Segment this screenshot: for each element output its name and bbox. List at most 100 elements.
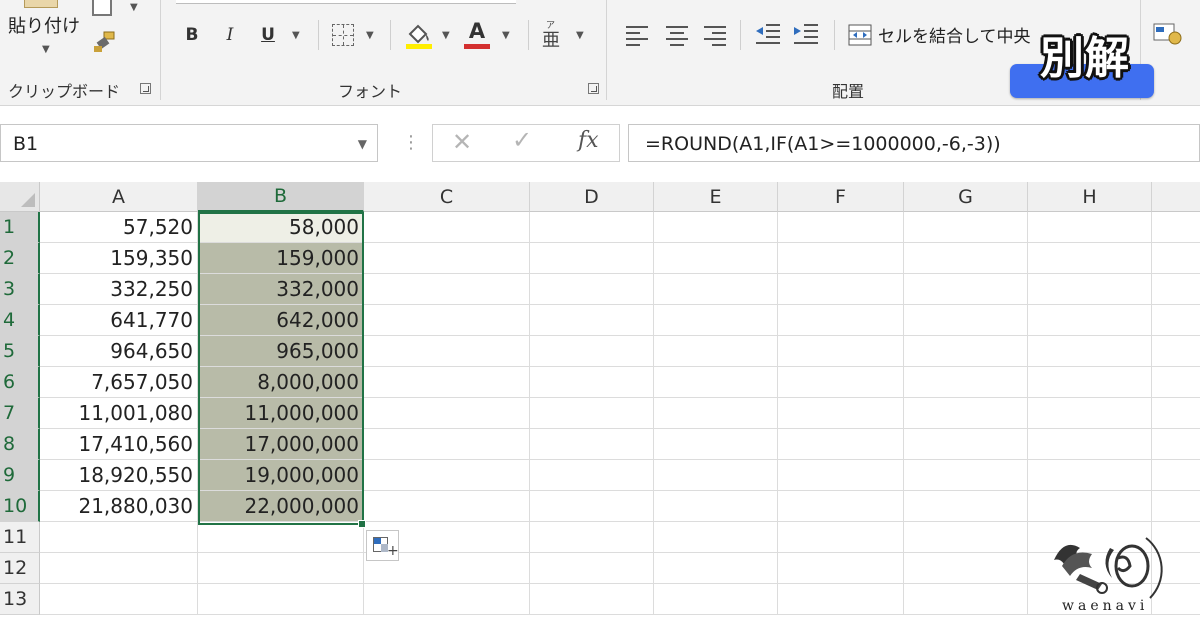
cell-g5[interactable] (904, 336, 1028, 367)
cell-d4[interactable] (530, 305, 654, 336)
fill-handle[interactable] (358, 520, 366, 528)
cell-a6[interactable]: 7,657,050 (40, 367, 198, 398)
font-color-button[interactable]: A (464, 18, 490, 44)
row-header-7[interactable]: 7 (0, 398, 40, 429)
cell-i3[interactable] (1152, 274, 1200, 305)
fill-color-icon[interactable] (404, 20, 434, 50)
cell-b1[interactable]: 58,000 (198, 212, 364, 243)
paste-icon[interactable] (24, 0, 58, 8)
cell-g4[interactable] (904, 305, 1028, 336)
row-header-1[interactable]: 1 (0, 212, 40, 243)
name-box[interactable]: B1 ▼ (0, 124, 378, 162)
cell-h6[interactable] (1028, 367, 1152, 398)
cell-f2[interactable] (778, 243, 904, 274)
cell-c6[interactable] (364, 367, 530, 398)
column-header-a[interactable]: A (40, 182, 198, 212)
cell-b6[interactable]: 8,000,000 (198, 367, 364, 398)
cell-e5[interactable] (654, 336, 778, 367)
column-header-g[interactable]: G (904, 182, 1028, 212)
cell-i6[interactable] (1152, 367, 1200, 398)
cell-d7[interactable] (530, 398, 654, 429)
row-header-2[interactable]: 2 (0, 243, 40, 274)
cell-c1[interactable] (364, 212, 530, 243)
merge-center-icon[interactable] (848, 24, 872, 46)
row-header-11[interactable]: 11 (0, 522, 40, 553)
cell-a11[interactable] (40, 522, 198, 553)
cell-a7[interactable]: 11,001,080 (40, 398, 198, 429)
cell-f3[interactable] (778, 274, 904, 305)
decrease-indent-icon[interactable] (754, 22, 782, 46)
cell-e6[interactable] (654, 367, 778, 398)
cell-d9[interactable] (530, 460, 654, 491)
italic-button[interactable]: I (218, 22, 242, 48)
align-center-icon[interactable] (666, 26, 688, 46)
cell-a10[interactable]: 21,880,030 (40, 491, 198, 522)
cell-b12[interactable] (198, 553, 364, 584)
format-painter-icon[interactable] (92, 30, 120, 56)
bold-button[interactable]: B (180, 22, 204, 48)
cell-b2[interactable]: 159,000 (198, 243, 364, 274)
cell-d5[interactable] (530, 336, 654, 367)
cell-b7[interactable]: 11,000,000 (198, 398, 364, 429)
cell-f6[interactable] (778, 367, 904, 398)
cell-c5[interactable] (364, 336, 530, 367)
cell-g2[interactable] (904, 243, 1028, 274)
row-header-4[interactable]: 4 (0, 305, 40, 336)
cell-g12[interactable] (904, 553, 1028, 584)
increase-indent-icon[interactable] (792, 22, 820, 46)
column-header-h[interactable]: H (1028, 182, 1152, 212)
cell-h3[interactable] (1028, 274, 1152, 305)
cell-e2[interactable] (654, 243, 778, 274)
cell-c2[interactable] (364, 243, 530, 274)
cell-f10[interactable] (778, 491, 904, 522)
cell-f4[interactable] (778, 305, 904, 336)
cell-a8[interactable]: 17,410,560 (40, 429, 198, 460)
cell-a2[interactable]: 159,350 (40, 243, 198, 274)
align-left-icon[interactable] (626, 26, 648, 46)
phonetic-guide-dropdown-arrow[interactable]: ▼ (576, 30, 584, 41)
cell-b11[interactable] (198, 522, 364, 553)
cell-a4[interactable]: 641,770 (40, 305, 198, 336)
cell-i1[interactable] (1152, 212, 1200, 243)
font-dialog-launcher-icon[interactable] (588, 83, 599, 94)
cell-f11[interactable] (778, 522, 904, 553)
cell-d6[interactable] (530, 367, 654, 398)
borders-icon[interactable] (332, 24, 354, 46)
row-header-8[interactable]: 8 (0, 429, 40, 460)
cell-b8[interactable]: 17,000,000 (198, 429, 364, 460)
copy-dropdown-arrow[interactable]: ▼ (130, 2, 138, 13)
cell-c8[interactable] (364, 429, 530, 460)
font-name-box[interactable] (176, 0, 516, 4)
cell-e12[interactable] (654, 553, 778, 584)
paste-button[interactable]: 貼り付け (8, 12, 80, 38)
cell-f1[interactable] (778, 212, 904, 243)
cell-f12[interactable] (778, 553, 904, 584)
underline-dropdown-arrow[interactable]: ▼ (292, 30, 300, 41)
cell-e10[interactable] (654, 491, 778, 522)
cell-c3[interactable] (364, 274, 530, 305)
column-header-partial[interactable] (1152, 182, 1200, 212)
cell-c13[interactable] (364, 584, 530, 615)
column-header-c[interactable]: C (364, 182, 530, 212)
cell-b5[interactable]: 965,000 (198, 336, 364, 367)
cell-b3[interactable]: 332,000 (198, 274, 364, 305)
cell-h7[interactable] (1028, 398, 1152, 429)
row-header-5[interactable]: 5 (0, 336, 40, 367)
select-all-button[interactable] (0, 182, 40, 212)
column-header-f[interactable]: F (778, 182, 904, 212)
paste-dropdown-arrow[interactable]: ▼ (42, 44, 50, 55)
copy-icon[interactable] (92, 0, 112, 16)
cell-i4[interactable] (1152, 305, 1200, 336)
align-right-icon[interactable] (704, 26, 726, 46)
cell-e3[interactable] (654, 274, 778, 305)
cell-f9[interactable] (778, 460, 904, 491)
cell-c4[interactable] (364, 305, 530, 336)
cell-i2[interactable] (1152, 243, 1200, 274)
cell-d11[interactable] (530, 522, 654, 553)
font-color-dropdown-arrow[interactable]: ▼ (502, 30, 510, 41)
cell-i5[interactable] (1152, 336, 1200, 367)
cell-a3[interactable]: 332,250 (40, 274, 198, 305)
quick-analysis-button[interactable]: + (366, 530, 399, 561)
cell-e4[interactable] (654, 305, 778, 336)
column-header-b[interactable]: B (198, 182, 364, 212)
